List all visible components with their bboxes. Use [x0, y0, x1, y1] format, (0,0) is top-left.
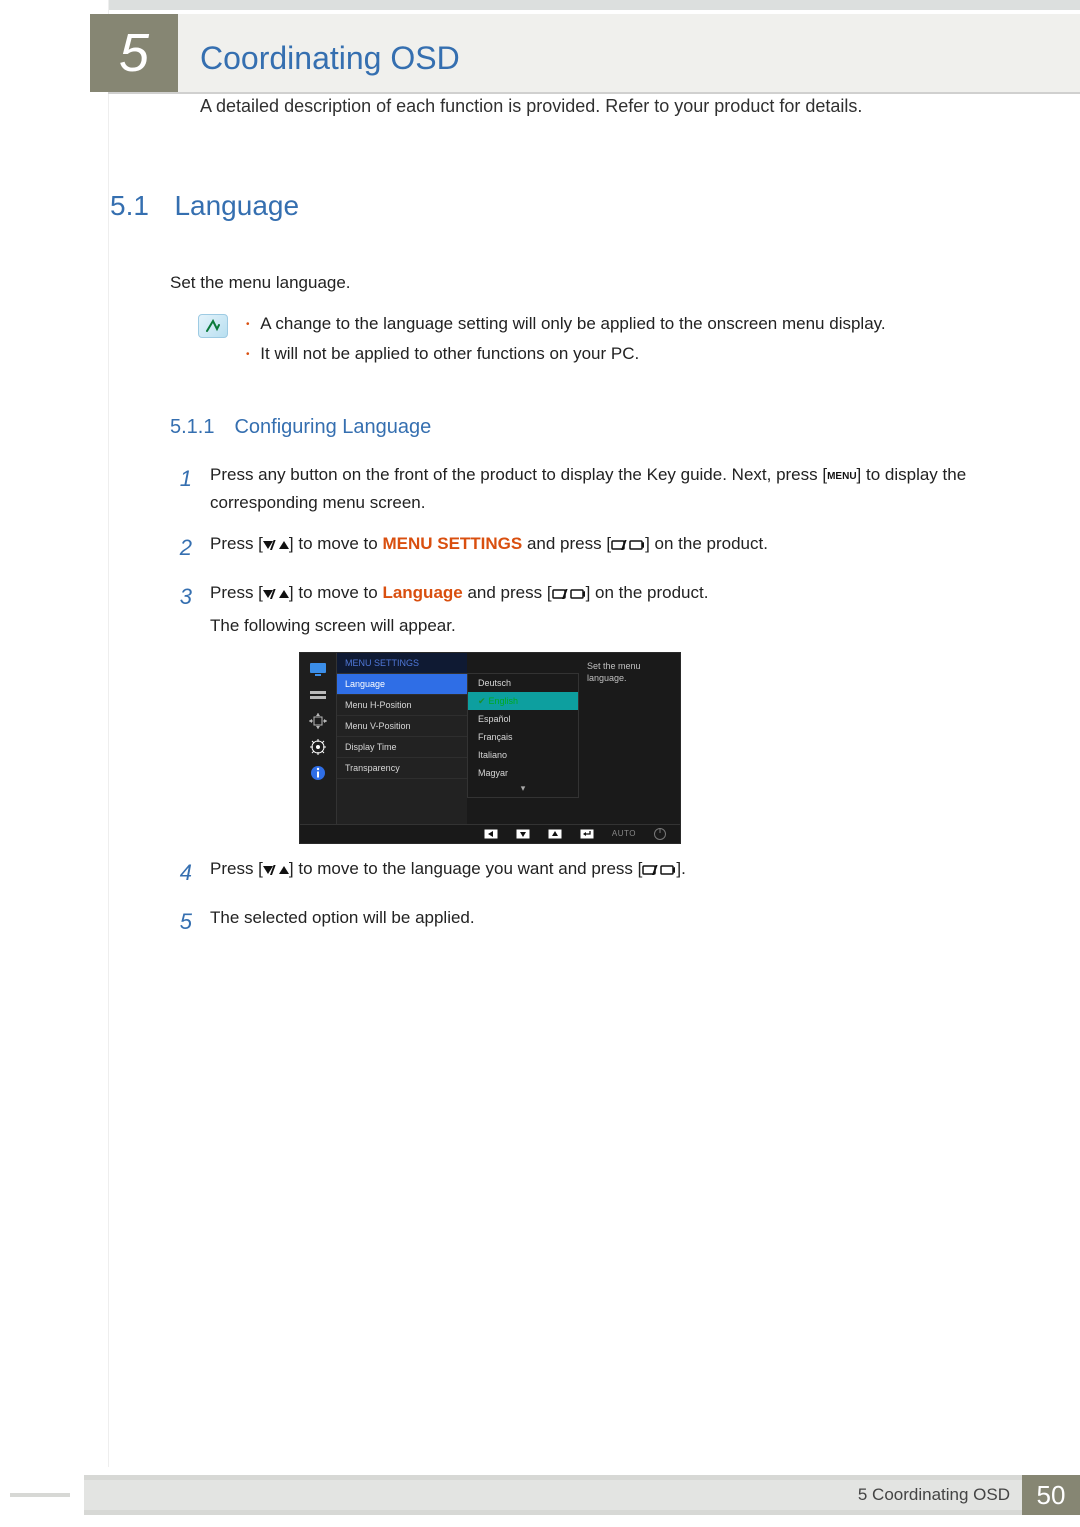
note-item: A change to the language setting will on… [246, 314, 886, 334]
step-item: 4 Press [ ] to move to the language you w… [170, 855, 1020, 890]
footer-title: 5 Coordinating OSD [858, 1485, 1010, 1505]
settings-tab-icon [308, 739, 328, 755]
step-number: 5 [170, 904, 192, 939]
subsection-number: 5.1.1 [170, 416, 230, 439]
osd-language-option: Italiano [468, 746, 578, 764]
step-tail-text: The following screen will appear. [210, 612, 1020, 639]
osd-language-option: Deutsch [468, 674, 578, 692]
step-item: 5 The selected option will be applied. [170, 904, 1020, 939]
osd-figure: MENU SETTINGS Language Menu H-Position M… [300, 653, 680, 843]
osd-sidebar [300, 653, 337, 824]
step-item: 1 Press any button on the front of the p… [170, 461, 1020, 515]
auto-label: AUTO [612, 830, 636, 838]
step-text: ]. [676, 859, 685, 878]
step-text: Press any button on the front of the pro… [210, 465, 827, 484]
osd-language-label: English [489, 696, 519, 706]
note-item: It will not be applied to other function… [246, 344, 886, 364]
osd-help-pane: Set the menu language. [579, 653, 680, 824]
down-up-icon [263, 864, 289, 876]
section-title: Language [174, 190, 299, 221]
step-text: ] to move to [289, 534, 383, 553]
info-tab-icon [308, 765, 328, 781]
enter-source-icon [552, 588, 586, 600]
step-text: ] to move to the language you want and p… [289, 859, 642, 878]
note-icon [198, 314, 228, 338]
step-text: Press [ [210, 859, 263, 878]
note-block: A change to the language setting will on… [198, 314, 1020, 374]
step-text: ] to move to [289, 583, 383, 602]
enter-icon [580, 829, 594, 839]
osd-more-arrow-icon: ▾ [468, 782, 578, 797]
top-strip [108, 0, 1080, 14]
osd-language-option: Magyar [468, 764, 578, 782]
down-up-icon [263, 539, 289, 551]
osd-menu-item: Menu H-Position [337, 695, 467, 716]
step-text: and press [ [463, 583, 552, 602]
step-text: ] on the product. [586, 583, 709, 602]
step-item: 3 Press [ ] to move to Language and press… [170, 579, 1020, 639]
section-number: 5.1 [110, 190, 170, 222]
section-intro: Set the menu language. [170, 270, 1020, 296]
osd-help-text: Set the menu [587, 661, 672, 673]
enter-source-icon [611, 539, 645, 551]
down-arrow-icon [516, 829, 530, 839]
step-text: Press [ [210, 583, 263, 602]
osd-language-option: Español [468, 710, 578, 728]
chapter-title: Coordinating OSD [200, 40, 460, 77]
left-margin [0, 0, 109, 1467]
left-arrow-icon [484, 829, 498, 839]
page-footer: 5 Coordinating OSD 50 [0, 1475, 1080, 1523]
step-number: 1 [170, 461, 192, 515]
subsection-heading: 5.1.1 Configuring Language [170, 416, 1020, 439]
step-number: 2 [170, 530, 192, 565]
power-icon [654, 828, 666, 840]
down-up-icon [263, 588, 289, 600]
osd-language-option-current: ✔English [468, 692, 578, 710]
osd-menu-item-selected: Language [337, 674, 467, 695]
color-tab-icon [308, 687, 328, 703]
menu-settings-keyword: MENU SETTINGS [382, 534, 522, 553]
osd-language-option: Français [468, 728, 578, 746]
footer-dash [10, 1493, 70, 1497]
step-text: Press [ [210, 534, 263, 553]
steps-list: 1 Press any button on the front of the p… [170, 461, 1020, 939]
section-heading: 5.1 Language [110, 190, 1020, 222]
step-number: 3 [170, 579, 192, 639]
step-item: 2 Press [ ] to move to MENU SETTINGS and … [170, 530, 1020, 565]
step-text: ] on the product. [645, 534, 768, 553]
subsection-title: Configuring Language [234, 416, 431, 438]
step-number: 4 [170, 855, 192, 890]
osd-menu-item: Display Time [337, 737, 467, 758]
step-text: and press [ [522, 534, 611, 553]
osd-menu-header: MENU SETTINGS [337, 653, 467, 674]
chapter-subtitle: A detailed description of each function … [200, 96, 1020, 117]
enter-source-icon [642, 864, 676, 876]
osd-menu-item: Menu V-Position [337, 716, 467, 737]
osd-help-text: language. [587, 673, 672, 685]
osd-button-bar: AUTO [300, 824, 680, 843]
chapter-number-badge: 5 [90, 14, 178, 92]
up-arrow-icon [548, 829, 562, 839]
step-text: The selected option will be applied. [210, 904, 1020, 939]
menu-key-chip: MENU [827, 469, 856, 485]
osd-menu: MENU SETTINGS Language Menu H-Position M… [337, 653, 467, 824]
page-number: 50 [1022, 1475, 1080, 1515]
size-tab-icon [308, 713, 328, 729]
note-list: A change to the language setting will on… [246, 314, 886, 374]
content-area: 5.1 Language Set the menu language. A ch… [110, 190, 1020, 1427]
language-keyword: Language [382, 583, 462, 602]
osd-submenu: Deutsch ✔English Español Français Italia… [467, 653, 579, 824]
picture-tab-icon [308, 661, 328, 677]
osd-menu-item: Transparency [337, 758, 467, 779]
